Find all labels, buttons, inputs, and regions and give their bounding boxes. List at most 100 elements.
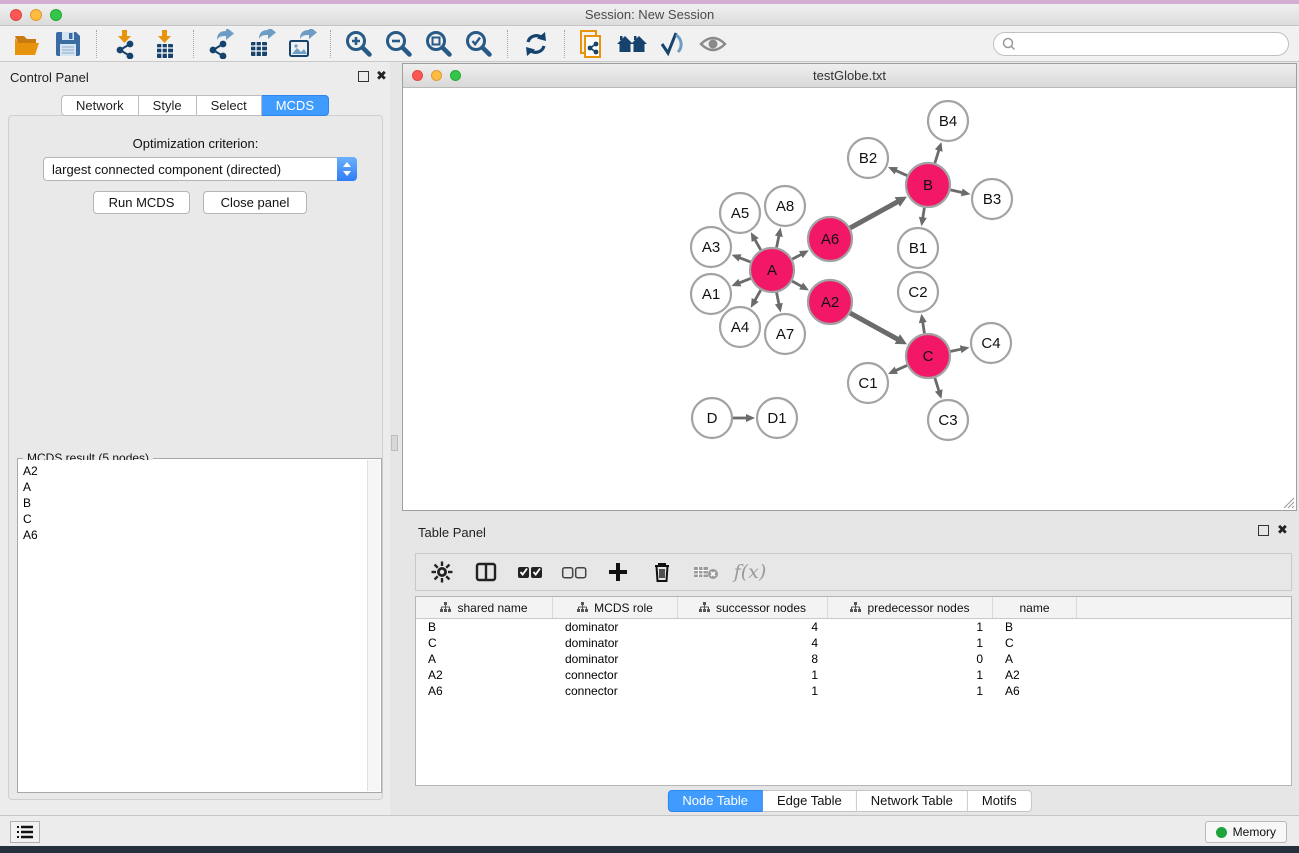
import-table-button[interactable] <box>145 28 185 60</box>
import-network-button[interactable] <box>105 28 145 60</box>
graph-node-A4[interactable]: A4 <box>720 307 760 347</box>
zoom-selected-button[interactable] <box>459 28 499 60</box>
graph-node-A5[interactable]: A5 <box>720 193 760 233</box>
export-table-button[interactable] <box>242 28 282 60</box>
table-row[interactable]: A6connector11A6 <box>416 683 1291 699</box>
export-image-button[interactable] <box>282 28 322 60</box>
edge-B-B2[interactable] <box>895 170 907 175</box>
close-panel-icon[interactable]: ✖ <box>376 68 387 84</box>
column-header-predecessor-nodes[interactable]: predecessor nodes <box>828 597 993 618</box>
graph-node-A[interactable]: A <box>750 248 794 292</box>
tab-mcds[interactable]: MCDS <box>262 95 329 116</box>
tab-network-table[interactable]: Network Table <box>857 790 968 812</box>
graph-node-A7[interactable]: A7 <box>765 314 805 354</box>
edge-C-C3[interactable] <box>935 378 939 391</box>
zoom-in-button[interactable] <box>339 28 379 60</box>
hide-details-button[interactable] <box>693 28 733 60</box>
save-session-button[interactable] <box>48 28 88 60</box>
home-button[interactable] <box>613 28 653 60</box>
edge-A-A8[interactable] <box>777 235 779 247</box>
graph-node-C[interactable]: C <box>906 334 950 378</box>
tab-network[interactable]: Network <box>61 95 139 116</box>
task-history-button[interactable] <box>10 821 40 843</box>
graph-node-B3[interactable]: B3 <box>972 179 1012 219</box>
tab-style[interactable]: Style <box>139 95 197 116</box>
resize-grip-icon[interactable] <box>1282 496 1295 509</box>
tab-edge-table[interactable]: Edge Table <box>763 790 857 812</box>
graph-node-A2[interactable]: A2 <box>808 280 852 324</box>
edge-C-C2[interactable] <box>923 322 925 334</box>
graph-node-C1[interactable]: C1 <box>848 363 888 403</box>
edge-A6-B[interactable] <box>850 201 898 227</box>
edge-A-A3[interactable] <box>739 258 750 262</box>
column-header-MCDS-role[interactable]: MCDS role <box>553 597 678 618</box>
table-row[interactable]: Adominator80A <box>416 651 1291 667</box>
delete-column-button[interactable] <box>648 558 676 586</box>
column-header-name[interactable]: name <box>993 597 1077 618</box>
tab-motifs[interactable]: Motifs <box>968 790 1032 812</box>
network-from-selection-button[interactable] <box>573 28 613 60</box>
column-header-successor-nodes[interactable]: successor nodes <box>678 597 828 618</box>
tab-node-table[interactable]: Node Table <box>667 790 763 812</box>
mcds-result-scrollbar[interactable] <box>367 460 380 791</box>
search-input[interactable] <box>1017 34 1288 54</box>
table-row[interactable]: Bdominator41B <box>416 619 1291 635</box>
optimization-dropdown[interactable]: largest connected component (directed) <box>43 157 357 181</box>
edge-A-A4[interactable] <box>755 290 761 301</box>
zoom-out-button[interactable] <box>379 28 419 60</box>
cyndex-button[interactable] <box>653 28 693 60</box>
graph-node-B4[interactable]: B4 <box>928 101 968 141</box>
deselect-all-button[interactable] <box>560 558 588 586</box>
split-view-button[interactable] <box>472 558 500 586</box>
graph-node-B1[interactable]: B1 <box>898 228 938 268</box>
edge-A-A7[interactable] <box>777 293 779 305</box>
table-panel-float-icon[interactable] <box>1258 525 1269 536</box>
mcds-result-item[interactable]: C <box>23 511 367 527</box>
network-canvas[interactable]: B4 B2 B B3 A5A8A6 B1 A3 A A1 C2 A2 A4A7 C4 C C1 C3 D D1 <box>403 88 1296 510</box>
tab-select[interactable]: Select <box>197 95 262 116</box>
graph-node-B[interactable]: B <box>906 163 950 207</box>
edge-A-A5[interactable] <box>755 239 761 250</box>
edge-C-C1[interactable] <box>895 365 907 370</box>
edge-B-B3[interactable] <box>950 190 962 193</box>
run-mcds-button[interactable]: Run MCDS <box>93 191 190 214</box>
edge-A2-C[interactable] <box>850 313 898 339</box>
graph-node-D1[interactable]: D1 <box>757 398 797 438</box>
memory-button[interactable]: Memory <box>1205 821 1287 843</box>
graph-node-B2[interactable]: B2 <box>848 138 888 178</box>
gear-button[interactable] <box>428 558 456 586</box>
graph-node-C3[interactable]: C3 <box>928 400 968 440</box>
graph-node-A3[interactable]: A3 <box>691 227 731 267</box>
graph-node-C2[interactable]: C2 <box>898 272 938 312</box>
select-all-button[interactable] <box>516 558 544 586</box>
close-panel-button[interactable]: Close panel <box>203 191 307 214</box>
float-panel-icon[interactable] <box>358 71 369 82</box>
graph-node-A1[interactable]: A1 <box>691 274 731 314</box>
mcds-result-item[interactable]: A2 <box>23 463 367 479</box>
mcds-result-item[interactable]: B <box>23 495 367 511</box>
graph-node-A8[interactable]: A8 <box>765 186 805 226</box>
mcds-result-item[interactable]: A6 <box>23 527 367 543</box>
panel-divider-handle[interactable] <box>391 435 398 451</box>
export-network-button[interactable] <box>202 28 242 60</box>
add-column-button[interactable] <box>604 558 632 586</box>
refresh-button[interactable] <box>516 28 556 60</box>
mcds-result-item[interactable]: A <box>23 479 367 495</box>
table-panel-close-icon[interactable]: ✖ <box>1277 522 1288 538</box>
column-header-shared-name[interactable]: shared name <box>416 597 553 618</box>
network-window-titlebar[interactable]: testGlobe.txt <box>403 64 1296 88</box>
graph-node-A6[interactable]: A6 <box>808 217 852 261</box>
graph-node-D[interactable]: D <box>692 398 732 438</box>
open-session-button[interactable] <box>8 28 48 60</box>
panel-divider[interactable] <box>390 62 400 815</box>
edge-B-B1[interactable] <box>923 208 925 219</box>
graph-node-C4[interactable]: C4 <box>971 323 1011 363</box>
edge-A-A1[interactable] <box>739 278 751 283</box>
table-row[interactable]: A2connector11A2 <box>416 667 1291 683</box>
search-field[interactable] <box>993 32 1289 56</box>
edge-A-A2[interactable] <box>792 281 802 286</box>
edge-A-A6[interactable] <box>792 254 801 259</box>
zoom-fit-button[interactable] <box>419 28 459 60</box>
edge-B-B4[interactable] <box>935 150 939 163</box>
table-row[interactable]: Cdominator41C <box>416 635 1291 651</box>
